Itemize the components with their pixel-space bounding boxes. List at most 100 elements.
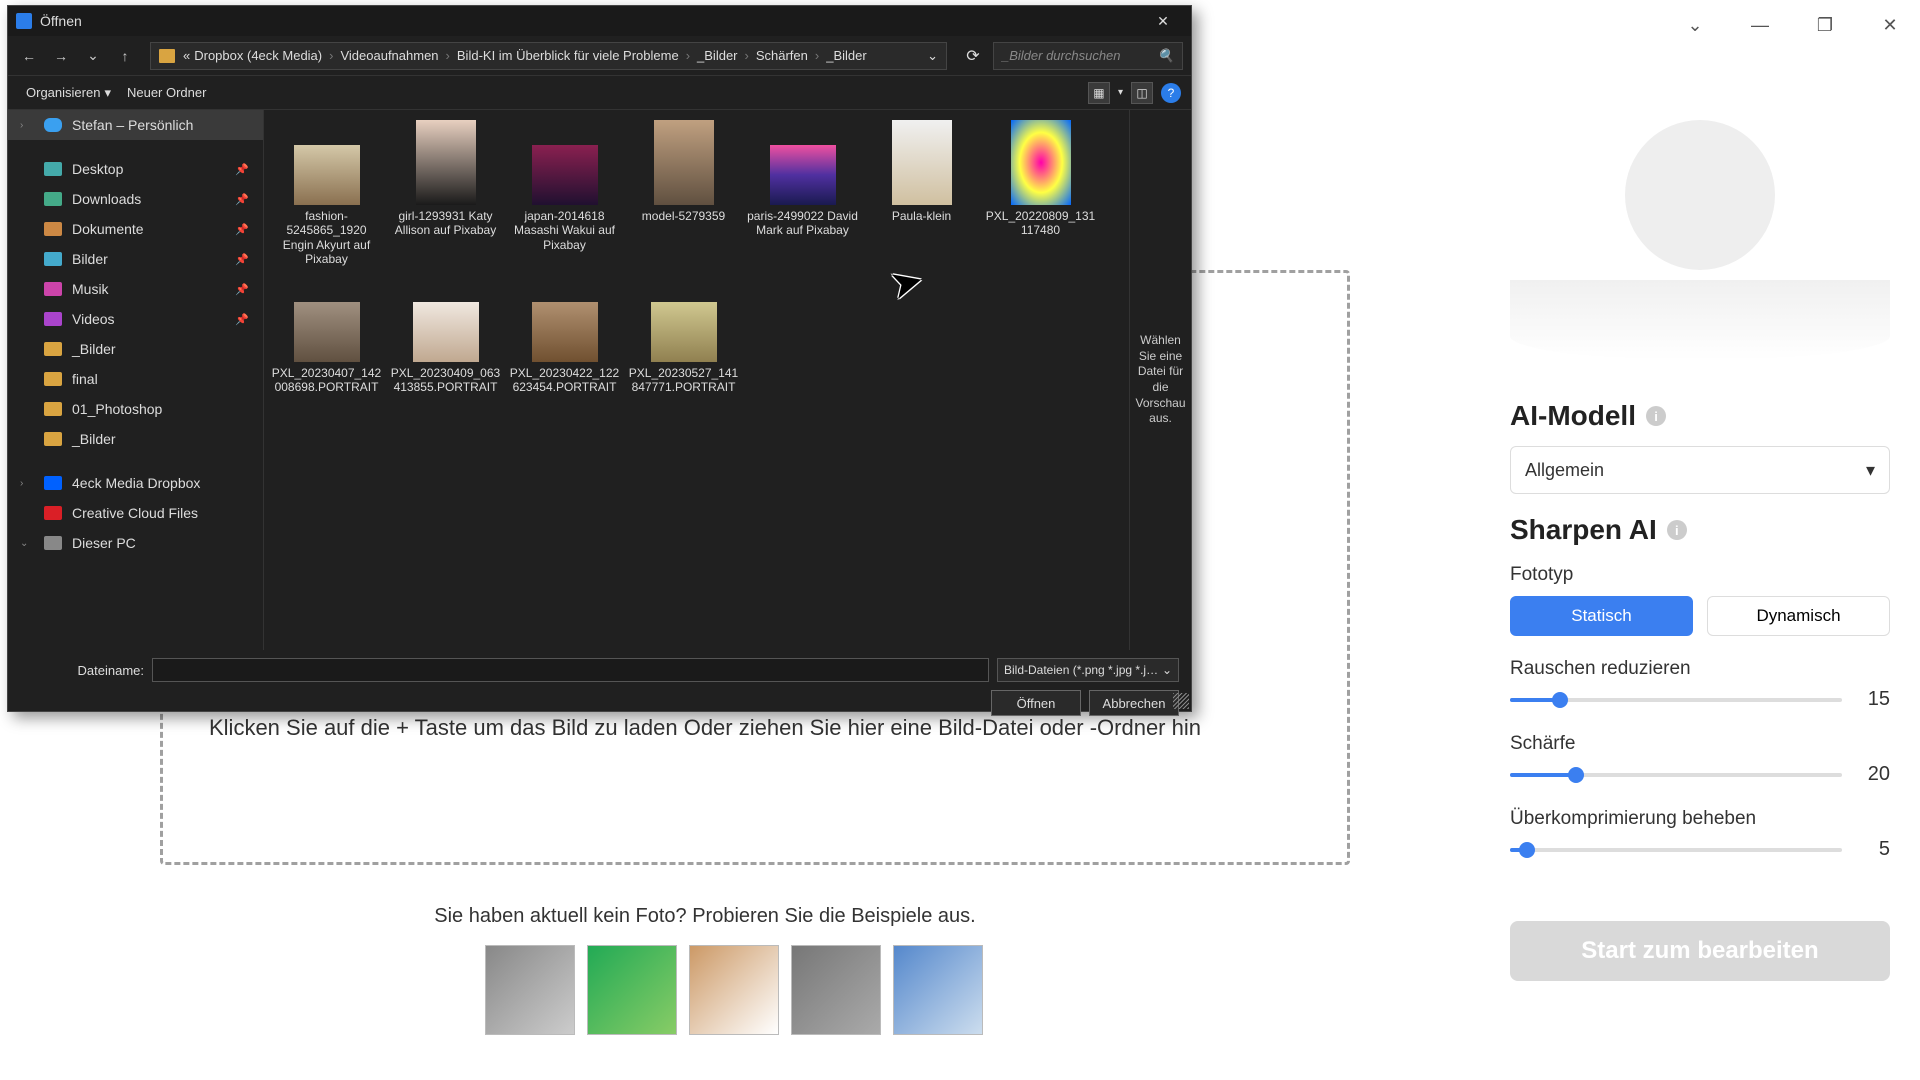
static-button[interactable]: Statisch [1510,596,1693,636]
file-item[interactable]: PXL_20230527_141847771.PORTRAIT [627,277,740,395]
example-thumb[interactable] [791,945,881,1035]
pin-icon: 📌 [235,253,249,266]
ai-model-select[interactable]: Allgemein ▾ [1510,446,1890,494]
chevron-down-icon[interactable]: ⌄ [927,48,938,64]
cancel-button[interactable]: Abbrechen [1089,690,1179,716]
example-thumb[interactable] [689,945,779,1035]
file-open-dialog: Öffnen ✕ ← → ⌄ ↑ « Dropbox (4eck Media)›… [7,5,1192,712]
pin-icon: 📌 [235,193,249,206]
sidebar-item-downloads[interactable]: Downloads📌 [8,184,263,214]
example-thumb[interactable] [587,945,677,1035]
sidebar-item-folder[interactable]: final [8,364,263,394]
refresh-icon[interactable]: ⟳ [959,42,987,70]
file-item[interactable]: paris-2499022 David Mark auf Pixabay [746,120,859,267]
back-icon[interactable]: ← [16,43,42,69]
overcomp-slider[interactable] [1510,848,1842,852]
sidebar: ›Stefan – Persönlich Desktop📌 Downloads📌… [8,110,264,650]
settings-panel: AI-Modell i Allgemein ▾ Sharpen AI i Fot… [1480,60,1920,1080]
example-thumb[interactable] [893,945,983,1035]
sidebar-item-folder[interactable]: 01_Photoshop [8,394,263,424]
organize-menu[interactable]: Organisieren ▾ [18,81,119,105]
dialog-toolbar: Organisieren ▾ Neuer Ordner ▦ ▾ ◫ ? [8,76,1191,110]
sidebar-item-personal[interactable]: ›Stefan – Persönlich [8,110,263,140]
example-thumb[interactable] [485,945,575,1035]
collapse-icon[interactable]: ⌄ [1675,5,1715,45]
forward-icon[interactable]: → [48,43,74,69]
info-icon[interactable]: i [1667,520,1687,540]
close-icon[interactable]: ✕ [1143,13,1183,30]
sidebar-item-desktop[interactable]: Desktop📌 [8,154,263,184]
ai-model-title: AI-Modell i [1510,400,1890,432]
minimize-icon[interactable]: — [1740,5,1780,45]
folder-icon [159,49,175,63]
preview-placeholder [1625,120,1775,270]
overcomp-label: Überkomprimierung beheben [1510,808,1890,830]
help-icon[interactable]: ? [1161,83,1181,103]
file-item[interactable]: girl-1293931 Katy Allison auf Pixabay [389,120,502,267]
breadcrumb-item[interactable]: _Bilder [697,48,737,63]
sidebar-item-dropbox[interactable]: ›4eck Media Dropbox [8,468,263,498]
search-placeholder: _Bilder durchsuchen [1002,48,1121,63]
sidebar-item-pictures[interactable]: Bilder📌 [8,244,263,274]
sidebar-item-videos[interactable]: Videos📌 [8,304,263,334]
open-button[interactable]: Öffnen [991,690,1081,716]
dialog-nav: ← → ⌄ ↑ « Dropbox (4eck Media)› Videoauf… [8,36,1191,76]
chevron-down-icon: ▾ [1866,460,1875,481]
file-item[interactable]: PXL_20230407_142008698.PORTRAIT [270,277,383,395]
ai-model-value: Allgemein [1525,460,1604,481]
sharp-value: 20 [1854,763,1890,786]
close-icon[interactable]: ✕ [1870,5,1910,45]
preview-pane-icon[interactable]: ◫ [1131,82,1153,104]
sidebar-item-music[interactable]: Musik📌 [8,274,263,304]
breadcrumb[interactable]: « Dropbox (4eck Media)› Videoaufnahmen› … [150,42,947,70]
dialog-footer: Dateiname: Bild-Dateien (*.png *.jpg *.j… [8,650,1191,724]
pin-icon: 📌 [235,313,249,326]
pin-icon: 📌 [235,283,249,296]
app-icon [16,13,32,29]
recent-icon[interactable]: ⌄ [80,43,106,69]
view-mode-icon[interactable]: ▦ [1088,82,1110,104]
preview-hint: Wählen Sie eine Datei für die Vorschau a… [1135,333,1185,427]
search-input[interactable]: _Bilder durchsuchen 🔍 [993,42,1183,70]
resize-grip[interactable] [1173,693,1189,709]
breadcrumb-item[interactable]: Dropbox (4eck Media) [194,48,322,63]
pin-icon: 📌 [235,223,249,236]
file-item[interactable]: PXL_20220809_131117480 [984,120,1097,267]
sidebar-item-folder[interactable]: _Bilder [8,334,263,364]
file-item[interactable]: model-5279359 [627,120,740,267]
phototype-toggle: Statisch Dynamisch [1510,596,1890,636]
sharp-slider[interactable] [1510,773,1842,777]
breadcrumb-item[interactable]: « [183,48,190,63]
ai-model-label: AI-Modell [1510,400,1636,432]
breadcrumb-item[interactable]: Schärfen [756,48,808,63]
filename-input[interactable] [152,658,989,682]
pin-icon: 📌 [235,163,249,176]
dynamic-button[interactable]: Dynamisch [1707,596,1890,636]
new-folder-button[interactable]: Neuer Ordner [119,81,214,104]
sidebar-item-documents[interactable]: Dokumente📌 [8,214,263,244]
sidebar-item-cc[interactable]: Creative Cloud Files [8,498,263,528]
chevron-down-icon[interactable]: ▾ [1118,87,1123,98]
file-item[interactable]: japan-2014618 Masashi Wakui auf Pixabay [508,120,621,267]
sidebar-item-folder[interactable]: _Bilder [8,424,263,454]
breadcrumb-item[interactable]: _Bilder [826,48,866,63]
file-item[interactable]: PXL_20230422_122623454.PORTRAIT [508,277,621,395]
filename-label: Dateiname: [20,663,144,678]
file-item[interactable]: Paula-klein [865,120,978,267]
breadcrumb-item[interactable]: Bild-KI im Überblick für viele Probleme [457,48,679,63]
file-item[interactable]: PXL_20230409_063413855.PORTRAIT [389,277,502,395]
preview-wave [1510,280,1890,360]
start-button[interactable]: Start zum bearbeiten [1510,921,1890,981]
file-item[interactable]: fashion-5245865_1920 Engin Akyurt auf Pi… [270,120,383,267]
phototype-label: Fototyp [1510,564,1890,586]
file-filter-select[interactable]: Bild-Dateien (*.png *.jpg *.jpeg) ⌄ [997,658,1179,682]
noise-slider[interactable] [1510,698,1842,702]
up-icon[interactable]: ↑ [112,43,138,69]
info-icon[interactable]: i [1646,406,1666,426]
sidebar-item-pc[interactable]: ⌄Dieser PC [8,528,263,558]
breadcrumb-item[interactable]: Videoaufnahmen [340,48,438,63]
preview-pane: Wählen Sie eine Datei für die Vorschau a… [1129,110,1191,650]
search-icon: 🔍 [1158,48,1174,64]
maximize-icon[interactable]: ❐ [1805,5,1845,45]
noise-value: 15 [1854,688,1890,711]
